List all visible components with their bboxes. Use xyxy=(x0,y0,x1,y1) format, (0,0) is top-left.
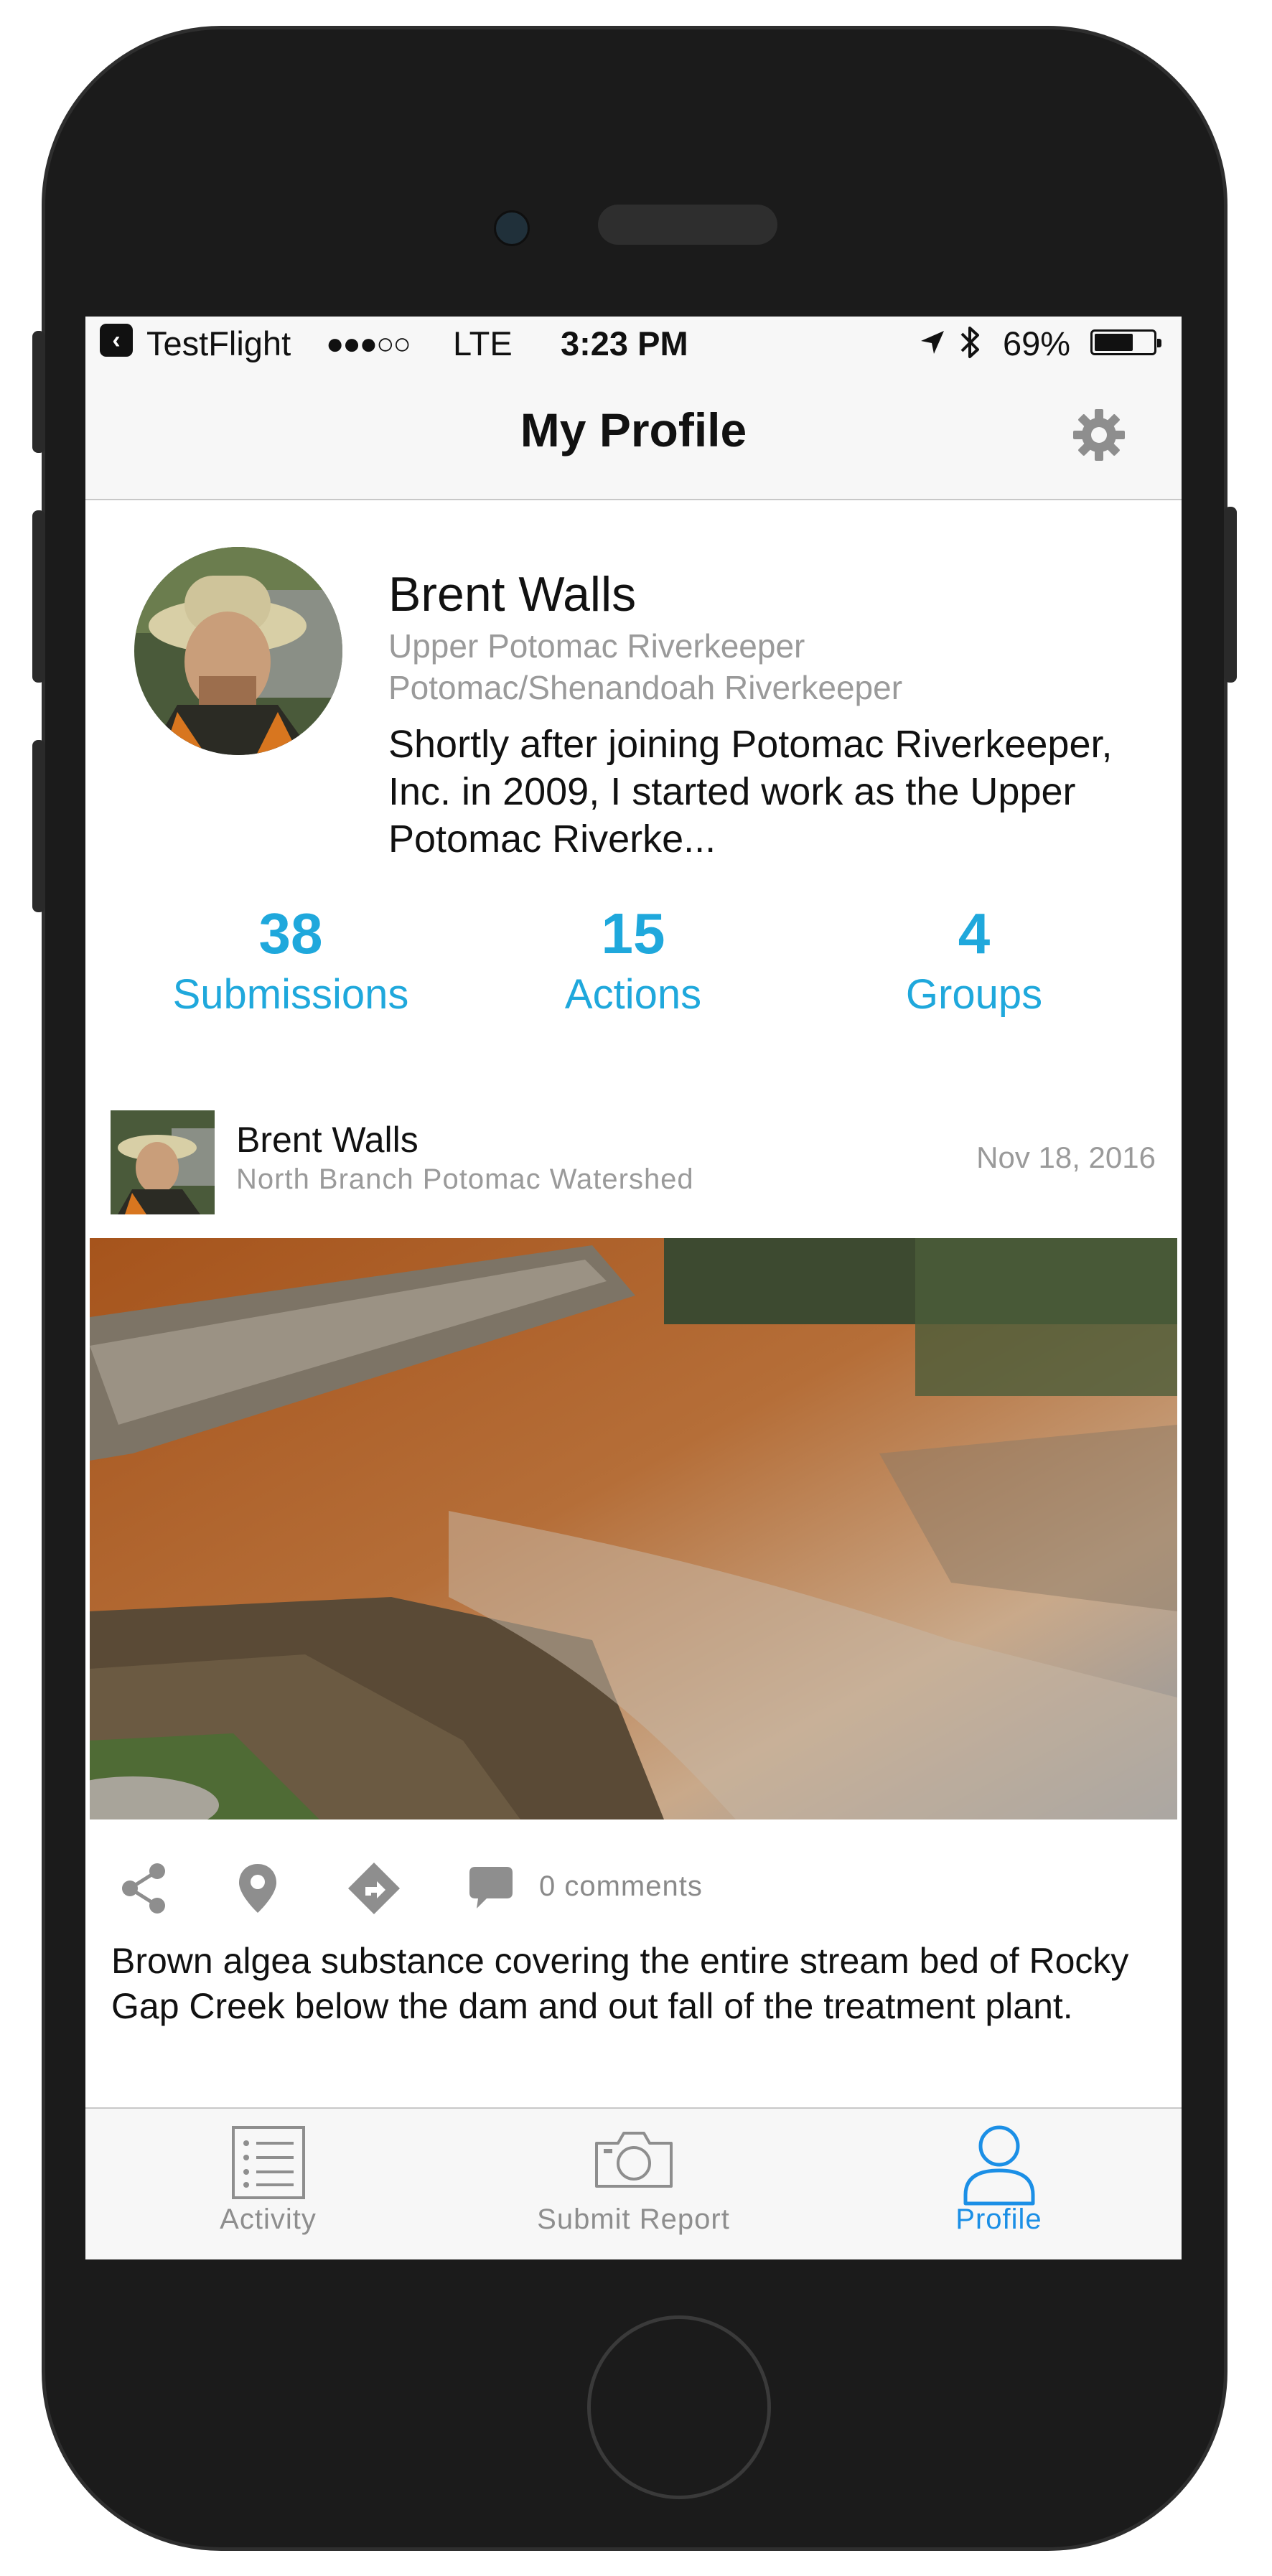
stat-actions-value: 15 xyxy=(601,901,665,965)
back-to-app-icon[interactable]: ‹ xyxy=(100,324,133,357)
stat-submissions-label: Submissions xyxy=(172,971,409,1018)
profile-affiliation-secondary: Potomac/Shenandoah Riverkeeper xyxy=(388,669,903,706)
post-photo[interactable] xyxy=(90,1238,1177,1819)
volume-down-button xyxy=(32,740,45,912)
network-type: LTE xyxy=(453,324,513,362)
tab-activity-label: Activity xyxy=(220,2203,317,2235)
volume-up-button xyxy=(32,510,45,683)
home-button[interactable] xyxy=(587,2315,771,2499)
tab-activity[interactable]: Activity xyxy=(85,2109,451,2259)
mute-switch xyxy=(32,331,45,453)
tab-profile-label: Profile xyxy=(955,2203,1042,2235)
stat-submissions-value: 38 xyxy=(258,901,323,965)
camera-icon xyxy=(594,2132,673,2188)
power-button xyxy=(1224,507,1237,683)
profile-name: Brent Walls xyxy=(388,567,637,622)
post-author-name[interactable]: Brent Walls xyxy=(236,1119,418,1161)
tab-submit-report-label: Submit Report xyxy=(537,2203,730,2235)
status-bar: ‹ TestFlight ●●●○○ LTE 3:23 PM 69% xyxy=(85,317,1182,367)
comment-icon[interactable] xyxy=(462,1860,520,1917)
app-screen: ‹ TestFlight ●●●○○ LTE 3:23 PM 69% My Pr… xyxy=(85,317,1182,2259)
post-author-avatar[interactable] xyxy=(111,1110,215,1214)
clock: 3:23 PM xyxy=(561,324,688,362)
stat-groups-value: 4 xyxy=(958,901,991,965)
post-date: Nov 18, 2016 xyxy=(976,1141,1156,1174)
directions-icon[interactable] xyxy=(345,1860,403,1917)
profile-affiliation-primary: Upper Potomac Riverkeeper xyxy=(388,627,805,665)
earpiece-speaker xyxy=(598,205,777,245)
tab-bar: Activity Submit Report Profile xyxy=(85,2107,1182,2259)
map-pin-icon[interactable] xyxy=(229,1860,286,1917)
stat-groups[interactable]: 4 Groups xyxy=(802,901,1146,1024)
stat-actions-label: Actions xyxy=(564,971,702,1018)
person-icon xyxy=(963,2125,1034,2206)
post-caption: Brown algea substance covering the entir… xyxy=(111,1941,1129,2026)
signal-strength: ●●●○○ xyxy=(326,327,411,360)
profile-avatar xyxy=(134,547,342,755)
stat-submissions[interactable]: 38 Submissions xyxy=(118,901,463,1024)
navigation-bar: My Profile xyxy=(85,367,1182,500)
gear-icon[interactable] xyxy=(1070,406,1128,464)
bluetooth-icon xyxy=(960,327,979,358)
stat-actions[interactable]: 15 Actions xyxy=(461,901,805,1024)
location-arrow-icon xyxy=(921,331,944,354)
post-watershed[interactable]: North Branch Potomac Watershed xyxy=(236,1163,694,1196)
share-icon[interactable] xyxy=(116,1860,173,1917)
back-app-label[interactable]: TestFlight xyxy=(146,324,291,363)
profile-bio[interactable]: Shortly after joining Potomac Riverkeepe… xyxy=(388,721,1164,863)
list-icon xyxy=(231,2126,305,2199)
tab-profile[interactable]: Profile xyxy=(816,2109,1182,2259)
battery-percent: 69% xyxy=(1003,324,1071,362)
page-title: My Profile xyxy=(520,403,747,456)
front-camera xyxy=(494,210,530,246)
tab-submit-report[interactable]: Submit Report xyxy=(451,2109,816,2259)
stat-groups-label: Groups xyxy=(905,971,1043,1018)
battery-icon xyxy=(1090,329,1161,355)
comments-count[interactable]: 0 comments xyxy=(539,1870,703,1903)
